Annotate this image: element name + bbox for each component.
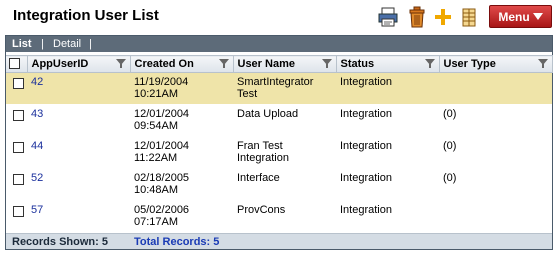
filter-icon[interactable] <box>321 59 332 68</box>
row-select-cell <box>6 136 27 169</box>
column-header-user-type[interactable]: User Type <box>439 55 553 73</box>
tab-bar: List | Detail | <box>6 36 552 52</box>
list-panel: List | Detail | AppUserID Created On Use… <box>5 35 553 250</box>
column-header-appuserid[interactable]: AppUserID <box>27 55 131 73</box>
cell-user-name: ProvCons <box>233 200 336 233</box>
cell-created-on: 02/18/2005 10:48AM <box>130 168 233 201</box>
cell-user-name: Data Upload <box>233 104 336 137</box>
cell-user-name: Fran Test Integration <box>233 136 336 169</box>
table-row[interactable]: 44 12/01/2004 11:22AM Fran Test Integratio… <box>6 136 552 169</box>
cell-status: Integration <box>336 168 439 201</box>
table-row[interactable]: 42 11/19/2004 10:21AM SmartIntegrator Test… <box>6 72 552 105</box>
row-select-cell <box>6 72 27 105</box>
row-select-cell <box>6 200 27 233</box>
table-row[interactable]: 52 02/18/2005 10:48AM Interface Integration… <box>6 168 552 201</box>
cell-appuserid: 42 <box>27 72 130 105</box>
column-label: Created On <box>134 58 194 70</box>
cell-created-on: 12/01/2004 09:54AM <box>130 104 233 137</box>
cell-status: Integration <box>336 136 439 169</box>
cell-created-on: 05/02/2006 07:17AM <box>130 200 233 233</box>
row-select-cell <box>6 168 27 201</box>
total-records: Total Records: 5 <box>134 236 220 248</box>
table-row[interactable]: 57 05/02/2006 07:17AM ProvCons Integration <box>6 200 552 233</box>
appuserid-link[interactable]: 42 <box>31 76 43 88</box>
trash-icon[interactable] <box>406 6 428 28</box>
column-label: Status <box>340 58 375 70</box>
cell-status: Integration <box>336 200 439 233</box>
row-checkbox[interactable] <box>13 142 24 153</box>
cell-appuserid: 43 <box>27 104 130 137</box>
cell-appuserid: 57 <box>27 200 130 233</box>
select-all-checkbox[interactable] <box>9 58 20 69</box>
appuserid-link[interactable]: 57 <box>31 204 43 216</box>
menu-button-label: Menu <box>498 9 530 24</box>
column-label: AppUserID <box>31 58 89 70</box>
filter-icon[interactable] <box>218 59 229 68</box>
cell-appuserid: 52 <box>27 168 130 201</box>
column-header-created-on[interactable]: Created On <box>130 55 234 73</box>
cell-user-type: (0) <box>439 104 552 137</box>
page-title: Integration User List <box>13 7 159 24</box>
printer-icon[interactable] <box>377 6 399 28</box>
cell-user-type <box>439 72 552 105</box>
add-icon[interactable] <box>432 6 454 28</box>
column-header-user-name[interactable]: User Name <box>233 55 337 73</box>
cell-created-on: 11/19/2004 10:21AM <box>130 72 233 105</box>
cell-user-type: (0) <box>439 136 552 169</box>
row-checkbox[interactable] <box>13 110 24 121</box>
records-shown: Records Shown: 5 <box>12 236 108 248</box>
cell-user-type: (0) <box>439 168 552 201</box>
title-bar: Integration User List Menu <box>0 0 558 34</box>
tab-detail[interactable]: Detail <box>53 38 81 50</box>
table-row[interactable]: 43 12/01/2004 09:54AM Data Upload Integrati… <box>6 104 552 137</box>
caret-down-icon <box>532 13 543 20</box>
cell-user-name: Interface <box>233 168 336 201</box>
grid-icon[interactable] <box>458 6 480 28</box>
cell-status: Integration <box>336 104 439 137</box>
column-header-status[interactable]: Status <box>336 55 440 73</box>
tab-separator: | <box>89 38 92 50</box>
menu-button[interactable]: Menu <box>489 5 552 28</box>
select-all-cell <box>6 55 28 73</box>
cell-created-on: 12/01/2004 11:22AM <box>130 136 233 169</box>
row-checkbox[interactable] <box>13 206 24 217</box>
cell-status: Integration <box>336 72 439 105</box>
table-header-row: AppUserID Created On User Name Status Us… <box>6 55 553 73</box>
cell-user-name: SmartIntegrator Test <box>233 72 336 105</box>
row-checkbox[interactable] <box>13 78 24 89</box>
appuserid-link[interactable]: 43 <box>31 108 43 120</box>
table-footer: Records Shown: 5 Total Records: 5 <box>6 233 552 249</box>
row-select-cell <box>6 104 27 137</box>
appuserid-link[interactable]: 52 <box>31 172 43 184</box>
tab-separator: | <box>41 38 44 50</box>
filter-icon[interactable] <box>537 59 548 68</box>
filter-icon[interactable] <box>424 59 435 68</box>
row-checkbox[interactable] <box>13 174 24 185</box>
user-table: AppUserID Created On User Name Status Us… <box>6 55 553 233</box>
column-label: User Type <box>443 58 496 70</box>
cell-appuserid: 44 <box>27 136 130 169</box>
appuserid-link[interactable]: 44 <box>31 140 43 152</box>
filter-icon[interactable] <box>115 59 126 68</box>
cell-user-type <box>439 200 552 233</box>
tab-list[interactable]: List <box>12 38 32 50</box>
column-label: User Name <box>237 58 295 70</box>
